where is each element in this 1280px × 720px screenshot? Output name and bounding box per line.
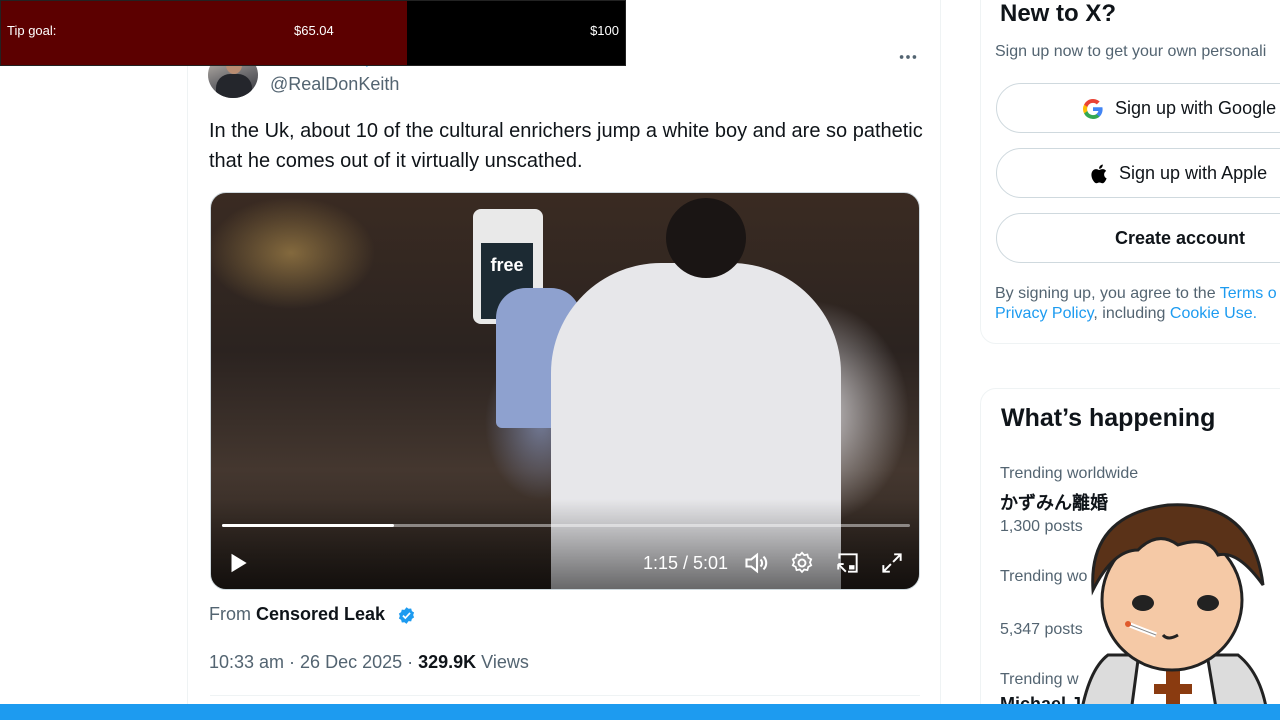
- author-handle[interactable]: @RealDonKeith: [270, 74, 399, 95]
- apple-icon: [1091, 164, 1107, 184]
- create-account-label: Create account: [1115, 228, 1246, 248]
- video-player[interactable]: free 1:15 / 5:01: [210, 192, 920, 590]
- video-time: 1:15 / 5:01: [643, 553, 729, 573]
- play-icon[interactable]: [225, 549, 251, 577]
- more-horizontal-icon: [899, 55, 917, 59]
- tweet-timestamp[interactable]: 10:33 am · 26 Dec 2025 ·: [209, 652, 418, 672]
- fullscreen-icon[interactable]: [879, 549, 905, 577]
- signup-subtitle: Sign up now to get your own personali: [995, 43, 1267, 60]
- create-account-button[interactable]: Create account: [996, 213, 1280, 263]
- terms-prefix: By signing up, you agree to the: [995, 285, 1220, 302]
- page: Don Keith @RealDonKeith In the Uk, about…: [0, 0, 1280, 720]
- google-icon: [1083, 98, 1103, 120]
- views-count: 329.9K: [418, 652, 477, 672]
- video-source-attribution: From Censored Leak: [209, 604, 385, 625]
- tip-goal-label: Tip goal:: [7, 23, 57, 38]
- source-account-link[interactable]: Censored Leak: [256, 604, 385, 624]
- volume-icon[interactable]: [743, 549, 771, 577]
- video-scene-person-head: [666, 198, 746, 278]
- cookie-use-link[interactable]: Cookie Use.: [1170, 305, 1257, 322]
- bottom-banner-strip: [0, 704, 1280, 720]
- signup-title: New to X?: [1000, 0, 1117, 27]
- tweet-text: In the Uk, about 10 of the cultural enri…: [209, 120, 923, 172]
- signup-apple-button[interactable]: Sign up with Apple: [996, 148, 1280, 198]
- terms-notice: By signing up, you agree to the Terms o …: [995, 284, 1280, 324]
- video-progress-fill: [222, 524, 394, 527]
- divider: [210, 695, 920, 696]
- terms-including: , including: [1093, 305, 1170, 322]
- views-label: Views: [476, 652, 529, 672]
- mascot-sticker: [1078, 503, 1270, 720]
- video-progress-bar[interactable]: [222, 524, 910, 527]
- trending-title: What’s happening: [1001, 404, 1216, 432]
- verified-badge-icon: [398, 607, 415, 624]
- from-prefix: From: [209, 604, 251, 624]
- tip-goal-current: $65.04: [294, 23, 334, 38]
- avatar-body: [216, 74, 252, 98]
- tip-goal-target: $100: [590, 23, 619, 38]
- tip-goal-bar: Tip goal: $65.04 $100: [0, 0, 626, 66]
- tweet-detail: Don Keith @RealDonKeith In the Uk, about…: [187, 0, 941, 720]
- signup-apple-label: Sign up with Apple: [1119, 163, 1268, 183]
- signup-google-label: Sign up with Google: [1115, 98, 1277, 118]
- more-options-button[interactable]: [888, 46, 928, 74]
- trend-context[interactable]: Trending worldwide: [1000, 465, 1138, 483]
- settings-icon[interactable]: [789, 549, 815, 577]
- tip-goal-progress-fill: [1, 1, 407, 65]
- trend-context[interactable]: Trending w: [1000, 671, 1079, 689]
- terms-link[interactable]: Terms o: [1220, 285, 1277, 302]
- pip-icon[interactable]: [835, 549, 861, 577]
- privacy-policy-link[interactable]: Privacy Policy: [995, 305, 1093, 322]
- signup-google-button[interactable]: Sign up with Google: [996, 83, 1280, 133]
- tweet-meta: 10:33 am · 26 Dec 2025 · 329.9K Views: [209, 652, 529, 673]
